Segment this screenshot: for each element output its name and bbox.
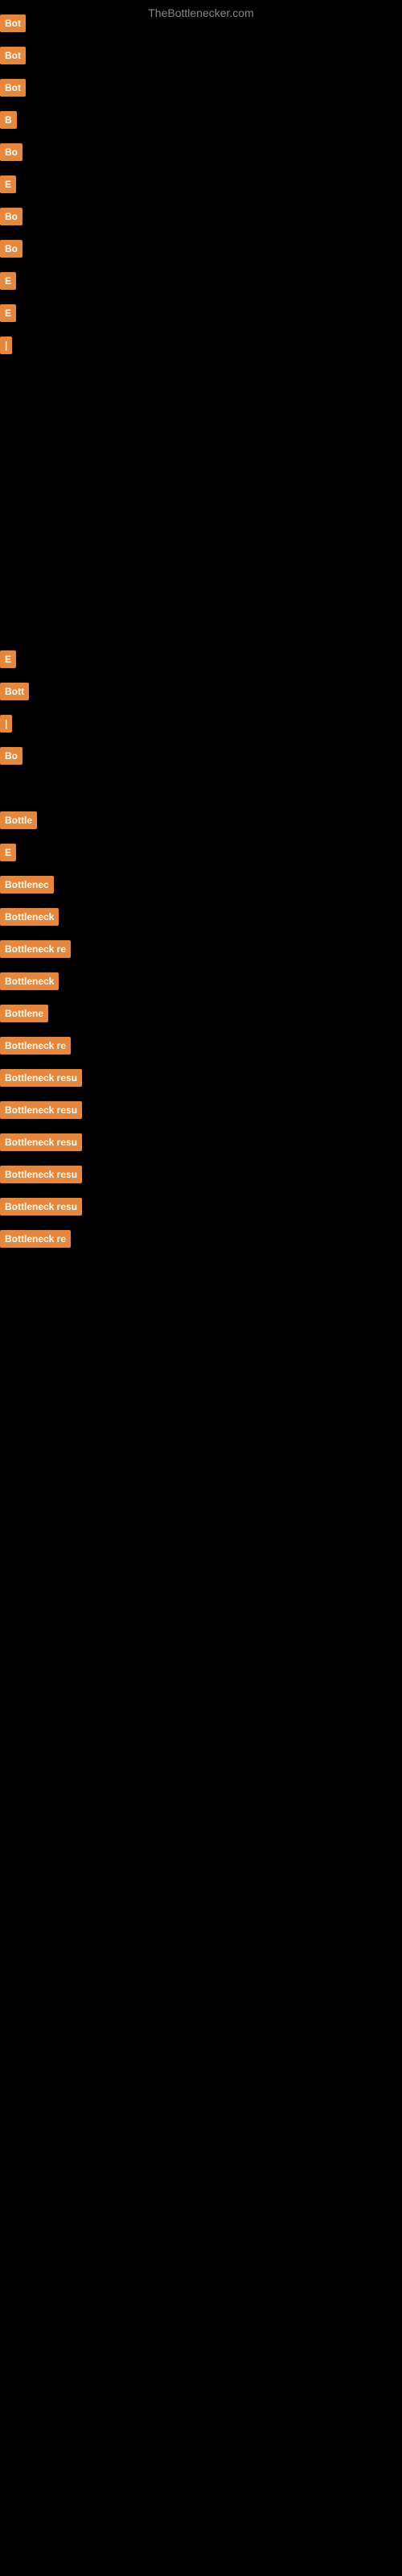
item-label: Bo bbox=[0, 240, 23, 258]
list-item: Bot bbox=[0, 79, 26, 97]
list-item: E bbox=[0, 175, 16, 193]
list-item: Bottleneck resu bbox=[0, 1069, 82, 1087]
list-item: Bo bbox=[0, 208, 23, 225]
list-item: | bbox=[0, 715, 12, 733]
item-label: Bo bbox=[0, 208, 23, 225]
item-label: Bottleneck resu bbox=[0, 1133, 82, 1151]
item-label: E bbox=[0, 272, 16, 290]
list-item: Bottleneck re bbox=[0, 1037, 71, 1055]
item-label: Bottle bbox=[0, 811, 37, 829]
item-label: Bottleneck bbox=[0, 908, 59, 926]
item-label: Bot bbox=[0, 79, 26, 97]
item-label: | bbox=[0, 715, 12, 733]
item-label: Bottlenec bbox=[0, 876, 54, 894]
list-item: Bot bbox=[0, 14, 26, 32]
list-item: Bottleneck resu bbox=[0, 1166, 82, 1183]
item-label: E bbox=[0, 650, 16, 668]
list-item: Bo bbox=[0, 143, 23, 161]
item-label: Bottleneck bbox=[0, 972, 59, 990]
list-item: Bo bbox=[0, 240, 23, 258]
list-item: | bbox=[0, 336, 12, 354]
item-label: Bo bbox=[0, 747, 23, 765]
item-label: E bbox=[0, 304, 16, 322]
list-item: Bott bbox=[0, 683, 29, 700]
item-label: Bott bbox=[0, 683, 29, 700]
item-label: Bottleneck re bbox=[0, 1037, 71, 1055]
list-item: E bbox=[0, 844, 16, 861]
item-label: Bottlene bbox=[0, 1005, 48, 1022]
item-label: E bbox=[0, 175, 16, 193]
list-item: Bottle bbox=[0, 811, 37, 829]
list-item: Bottleneck bbox=[0, 908, 59, 926]
item-label: Bottleneck resu bbox=[0, 1069, 82, 1087]
list-item: Bot bbox=[0, 47, 26, 64]
item-label: Bottleneck resu bbox=[0, 1166, 82, 1183]
item-label: | bbox=[0, 336, 12, 354]
list-item: E bbox=[0, 650, 16, 668]
item-label: Bottleneck resu bbox=[0, 1198, 82, 1216]
list-item: Bottleneck resu bbox=[0, 1101, 82, 1119]
list-item: Bottleneck re bbox=[0, 940, 71, 958]
list-item: Bottlenec bbox=[0, 876, 54, 894]
item-label: Bottleneck re bbox=[0, 940, 71, 958]
site-title: TheBottlenecker.com bbox=[0, 0, 402, 26]
item-label: B bbox=[0, 111, 17, 129]
list-item: Bottleneck resu bbox=[0, 1198, 82, 1216]
item-label: Bo bbox=[0, 143, 23, 161]
list-item: Bottleneck resu bbox=[0, 1133, 82, 1151]
list-item: Bottlene bbox=[0, 1005, 48, 1022]
list-item: Bottleneck bbox=[0, 972, 59, 990]
item-label: E bbox=[0, 844, 16, 861]
list-item: Bo bbox=[0, 747, 23, 765]
item-label: Bot bbox=[0, 47, 26, 64]
list-item: B bbox=[0, 111, 17, 129]
item-label: Bot bbox=[0, 14, 26, 32]
list-item: Bottleneck re bbox=[0, 1230, 71, 1248]
item-label: Bottleneck resu bbox=[0, 1101, 82, 1119]
item-label: Bottleneck re bbox=[0, 1230, 71, 1248]
list-item: E bbox=[0, 304, 16, 322]
list-item: E bbox=[0, 272, 16, 290]
